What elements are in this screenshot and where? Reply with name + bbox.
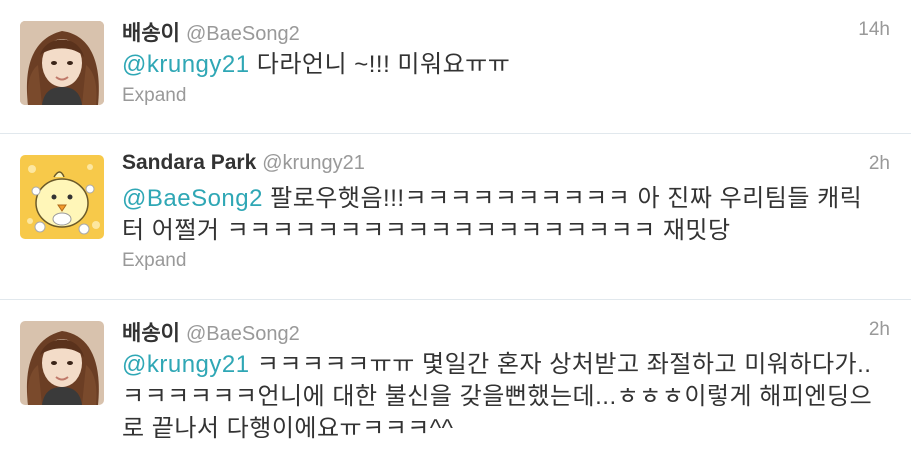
tweet-text: @krungy21 ㅋㅋㅋㅋㅋㅠㅠ 몇일간 혼자 상처받고 좌절하고 미워하다가… bbox=[122, 349, 882, 445]
tweet-header: Sandara Park @krungy21 bbox=[122, 151, 365, 181]
expand-link[interactable]: Expand bbox=[122, 250, 186, 272]
tweet-item[interactable]: 배송이 @BaeSong2 14h @krungy21 다라언니 ~!!! 미워요… bbox=[0, 0, 911, 133]
tweet-header: 배송이 @BaeSong2 bbox=[122, 317, 300, 347]
mention-link[interactable]: @krungy21 bbox=[122, 51, 250, 78]
tweet-username[interactable]: @BaeSong2 bbox=[186, 323, 300, 345]
tweet-fullname[interactable]: Sandara Park bbox=[122, 151, 256, 174]
tweet-username[interactable]: @BaeSong2 bbox=[186, 23, 300, 45]
tweet-fullname[interactable]: 배송이 bbox=[122, 322, 180, 345]
avatar[interactable] bbox=[20, 321, 104, 405]
avatar[interactable] bbox=[20, 21, 104, 105]
mention-link[interactable]: @krungy21 bbox=[122, 351, 250, 378]
mention-link[interactable]: @BaeSong2 bbox=[122, 185, 263, 212]
tweet-timestamp[interactable]: 2h bbox=[869, 153, 890, 175]
user-photo-icon bbox=[20, 321, 104, 405]
tweet-text: @BaeSong2 팔로우햇음!!!ㅋㅋㅋㅋㅋㅋㅋㅋㅋㅋ 아 진짜 우리팀들 캐… bbox=[122, 183, 882, 247]
tweet-timeline: 배송이 @BaeSong2 14h @krungy21 다라언니 ~!!! 미워요… bbox=[0, 0, 911, 474]
tweet-header: 배송이 @BaeSong2 bbox=[122, 17, 300, 47]
tweet-item[interactable]: 배송이 @BaeSong2 2h @krungy21 ㅋㅋㅋㅋㅋㅠㅠ 몇일간 혼자… bbox=[0, 300, 911, 474]
tweet-timestamp[interactable]: 14h bbox=[858, 19, 890, 41]
user-photo-icon bbox=[20, 21, 104, 105]
tweet-body: 다라언니 ~!!! 미워요ㅠㅠ bbox=[249, 51, 511, 78]
tweet-fullname[interactable]: 배송이 bbox=[122, 22, 180, 45]
yellow-chick-icon bbox=[20, 155, 104, 239]
tweet-username[interactable]: @krungy21 bbox=[262, 152, 365, 174]
tweet-text: @krungy21 다라언니 ~!!! 미워요ㅠㅠ bbox=[122, 49, 882, 81]
tweet-item[interactable]: Sandara Park @krungy21 2h @BaeSong2 팔로우햇음… bbox=[0, 134, 911, 299]
expand-link[interactable]: Expand bbox=[122, 85, 186, 107]
tweet-timestamp[interactable]: 2h bbox=[869, 319, 890, 341]
avatar[interactable] bbox=[20, 155, 104, 239]
